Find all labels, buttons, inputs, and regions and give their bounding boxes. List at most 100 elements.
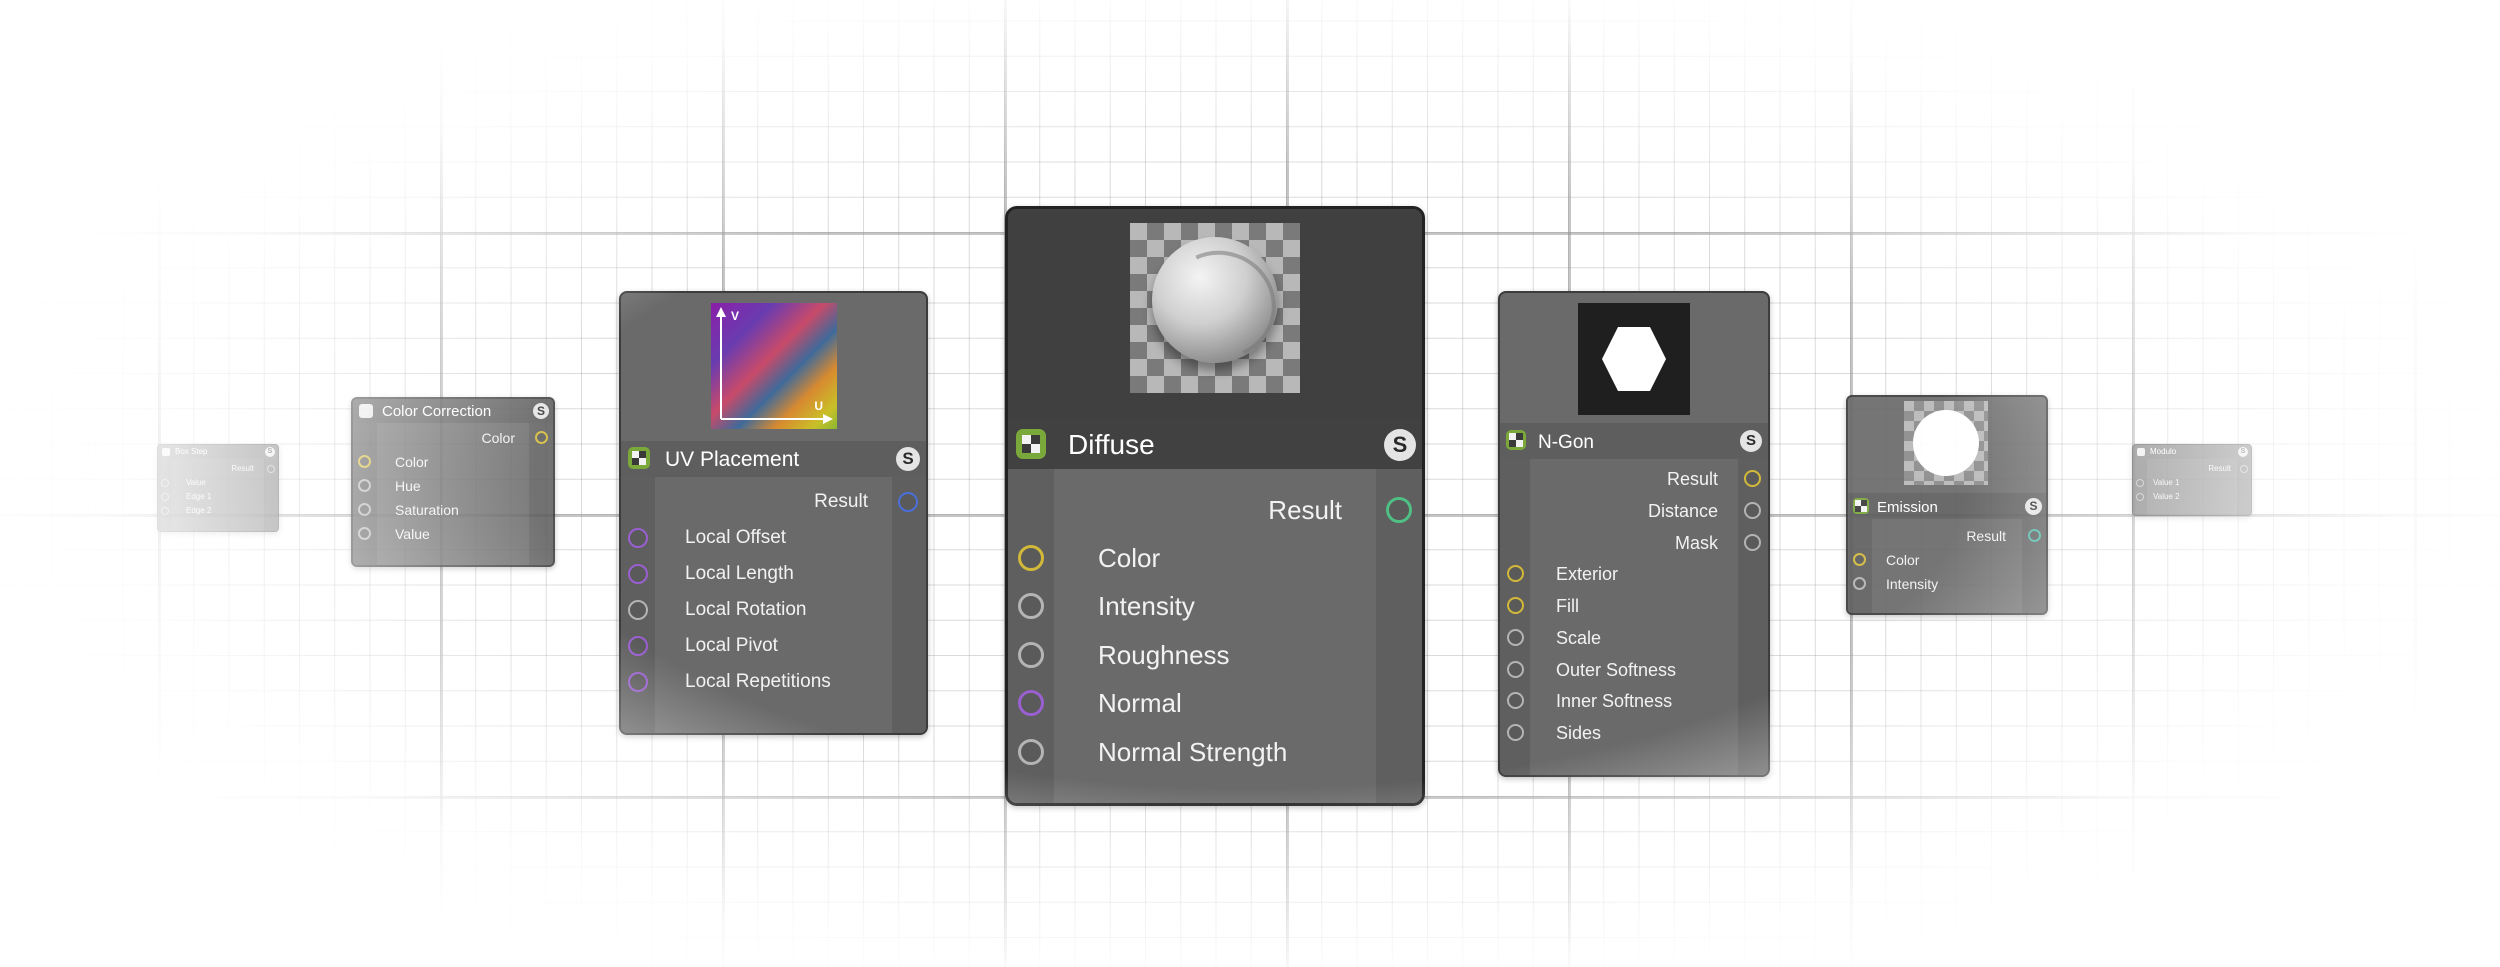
s-badge-icon[interactable]: S: [1740, 430, 1762, 452]
input-row-local-offset: Local Offset: [621, 523, 926, 553]
input-socket[interactable]: [1507, 565, 1524, 582]
node-header[interactable]: Emission S: [1848, 493, 2046, 519]
input-socket[interactable]: [628, 600, 648, 620]
node-title: Emission: [1877, 499, 1938, 516]
node-graph-canvas[interactable]: Box Step S Result Value Edge 1 Edge 2 Co…: [0, 0, 2500, 967]
input-socket[interactable]: [1507, 597, 1524, 614]
input-socket[interactable]: [628, 528, 648, 548]
output-socket[interactable]: [898, 492, 918, 512]
input-socket[interactable]: [1018, 593, 1044, 619]
input-label: Edge 1: [186, 492, 212, 501]
input-row-hue: Hue: [353, 475, 553, 497]
s-badge-icon[interactable]: S: [2025, 498, 2042, 515]
input-socket[interactable]: [1018, 545, 1044, 571]
node-header[interactable]: Box Step S: [158, 445, 278, 459]
output-row-result: Result: [1008, 491, 1422, 527]
input-row-fill: Fill: [1500, 592, 1768, 620]
node-diffuse[interactable]: Diffuse S Result Color Intensity Roughne…: [1005, 206, 1425, 806]
input-label: Roughness: [1098, 640, 1230, 670]
output-row-result: Result: [2133, 463, 2251, 475]
input-socket[interactable]: [358, 455, 371, 468]
input-label: Normal Strength: [1098, 737, 1288, 767]
node-header[interactable]: N-Gon S: [1500, 423, 1768, 459]
uv-gradient-preview: V U: [711, 303, 837, 429]
output-socket[interactable]: [2028, 529, 2041, 542]
input-row-value: Value: [158, 477, 278, 489]
input-label: Value 1: [2153, 478, 2180, 487]
node-emission[interactable]: Emission S Result Color Intensity: [1846, 395, 2048, 615]
input-row-edge-1: Edge 1: [158, 491, 278, 503]
input-socket[interactable]: [358, 527, 371, 540]
node-header[interactable]: UV Placement S: [621, 441, 926, 477]
output-socket[interactable]: [2240, 465, 2248, 473]
input-label: Sides: [1556, 723, 1602, 743]
output-row-color: Color: [353, 427, 553, 449]
input-label: Color: [1886, 552, 1920, 568]
input-row-saturation: Saturation: [353, 499, 553, 521]
input-socket[interactable]: [1507, 692, 1524, 709]
axis-u-label: U: [814, 399, 823, 413]
input-socket[interactable]: [161, 493, 169, 501]
emission-disc-shape: [1913, 410, 1979, 476]
input-label: Value 2: [2153, 492, 2180, 501]
s-badge-icon[interactable]: S: [896, 447, 920, 471]
input-label: Value: [395, 526, 430, 542]
input-socket[interactable]: [1018, 739, 1044, 765]
input-socket[interactable]: [161, 479, 169, 487]
node-header[interactable]: Diffuse S: [1008, 419, 1422, 469]
node-header[interactable]: Color Correction S: [353, 399, 553, 423]
s-badge-icon[interactable]: S: [533, 403, 549, 419]
s-badge-icon[interactable]: S: [1384, 429, 1416, 461]
node-modulo[interactable]: Modulo S Result Value 1 Value 2: [2132, 444, 2252, 516]
node-box-step[interactable]: Box Step S Result Value Edge 1 Edge 2: [157, 444, 279, 532]
input-label: Color: [1098, 543, 1161, 573]
input-socket[interactable]: [161, 507, 169, 515]
input-socket[interactable]: [1507, 661, 1524, 678]
node-uv-placement[interactable]: V U UV Placement S Result Local Offset L…: [619, 291, 928, 735]
input-row-normal-strength: Normal Strength: [1008, 733, 1422, 769]
input-socket[interactable]: [628, 564, 648, 584]
input-label: Intensity: [1098, 591, 1195, 621]
output-label: Distance: [1647, 501, 1718, 521]
input-row-color: Color: [353, 451, 553, 473]
node-header[interactable]: Modulo S: [2133, 445, 2251, 459]
output-label: Result: [231, 464, 254, 473]
input-label: Local Offset: [685, 527, 787, 548]
output-socket[interactable]: [267, 465, 275, 473]
input-row-local-rotation: Local Rotation: [621, 595, 926, 625]
shader-node-icon: [628, 447, 650, 469]
input-socket[interactable]: [358, 479, 371, 492]
input-socket[interactable]: [1507, 629, 1524, 646]
input-row-inner-softness: Inner Softness: [1500, 687, 1768, 715]
input-socket[interactable]: [628, 636, 648, 656]
s-badge-icon[interactable]: S: [265, 447, 275, 457]
input-socket[interactable]: [628, 672, 648, 692]
output-socket[interactable]: [1744, 534, 1761, 551]
input-label: Saturation: [395, 502, 459, 518]
output-label: Result: [2208, 464, 2231, 473]
output-socket[interactable]: [1744, 470, 1761, 487]
node-color-correction[interactable]: Color Correction S Color Color Hue Satur…: [351, 397, 555, 567]
output-socket[interactable]: [1744, 502, 1761, 519]
input-socket[interactable]: [2136, 493, 2144, 501]
output-socket[interactable]: [535, 431, 548, 444]
input-socket[interactable]: [1853, 553, 1866, 566]
input-row-intensity: Intensity: [1848, 573, 2046, 595]
input-row-roughness: Roughness: [1008, 636, 1422, 672]
input-socket[interactable]: [1018, 690, 1044, 716]
input-socket[interactable]: [1507, 724, 1524, 741]
input-socket[interactable]: [1018, 642, 1044, 668]
input-socket[interactable]: [2136, 479, 2144, 487]
input-socket[interactable]: [1853, 577, 1866, 590]
shader-node-icon: [1853, 498, 1869, 514]
output-label: Mask: [1674, 533, 1718, 553]
node-ngon[interactable]: N-Gon S Result Distance Mask Exterior Fi…: [1498, 291, 1770, 777]
s-badge-icon[interactable]: S: [2238, 447, 2248, 457]
output-row-result: Result: [621, 487, 926, 517]
node-title: Color Correction: [382, 403, 492, 420]
emission-preview: [1904, 401, 1988, 485]
input-socket[interactable]: [358, 503, 371, 516]
output-socket[interactable]: [1386, 497, 1412, 523]
input-label: Fill: [1556, 596, 1579, 616]
input-row-outer-softness: Outer Softness: [1500, 656, 1768, 684]
